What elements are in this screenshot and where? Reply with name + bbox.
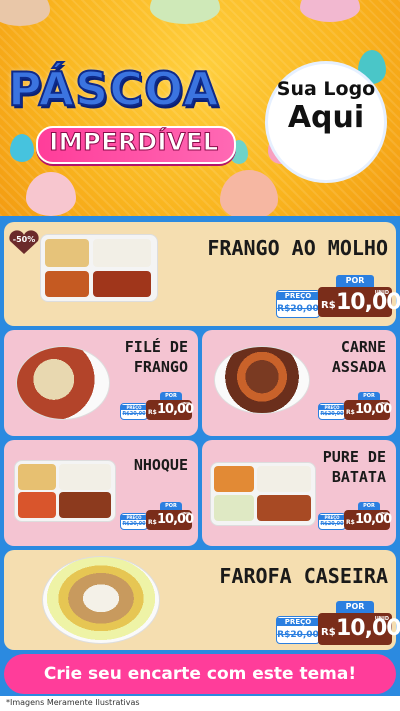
unit-label: UNID xyxy=(181,401,190,405)
easter-egg-decoration xyxy=(26,172,76,216)
logo-text-line2: Aqui xyxy=(287,100,365,135)
footnote: *Imagens Meramente Ilustrativas xyxy=(6,698,140,707)
item-name-line2: BATATA xyxy=(331,468,386,486)
old-price: R$20,00 xyxy=(320,521,344,527)
price-tag: R$ 10,00 UNID xyxy=(318,613,400,645)
cta-label: Crie seu encarte com este tema! xyxy=(43,664,357,684)
old-price: R$20,00 xyxy=(277,304,319,314)
currency: R$ xyxy=(148,519,157,526)
page-subtitle: IMPERDÍVEL xyxy=(49,128,219,157)
price-tag: R$ 10,00 UNID xyxy=(344,400,392,420)
old-price-tag: PREÇO R$20,00 xyxy=(318,403,346,420)
unit-label: UNID xyxy=(181,511,190,515)
preco-label: PREÇO xyxy=(277,292,319,300)
unit-label: UNID xyxy=(374,616,389,622)
easter-egg-decoration xyxy=(150,0,220,24)
easter-egg-decoration xyxy=(300,0,360,22)
easter-egg-decoration xyxy=(0,0,50,26)
old-price-tag: PREÇO R$20,00 xyxy=(276,616,320,644)
preco-label: PREÇO xyxy=(121,515,147,520)
item-name-line2: FRANGO xyxy=(133,358,188,376)
item-name: FRANGO AO MOLHO xyxy=(207,236,388,260)
old-price: R$20,00 xyxy=(122,521,146,527)
price-tag: R$ 10,00 UNID xyxy=(344,510,392,530)
old-price-tag: PREÇO R$20,00 xyxy=(318,513,346,530)
page-title: PÁSCOA xyxy=(7,61,220,117)
por-label: POR xyxy=(358,392,380,400)
por-label: POR xyxy=(160,392,182,400)
price-tag: R$ 10,00 UNID xyxy=(146,510,194,530)
currency: R$ xyxy=(346,519,355,526)
preco-label: PREÇO xyxy=(319,515,345,520)
old-price-tag: PREÇO R$20,00 xyxy=(120,513,148,530)
item-name-line1: PURE DE xyxy=(322,448,386,466)
item-name: NHOQUE xyxy=(133,456,188,474)
food-image xyxy=(42,556,160,644)
food-image xyxy=(214,346,310,414)
preco-label: PREÇO xyxy=(277,618,319,626)
currency: R$ xyxy=(148,409,157,416)
easter-egg-decoration xyxy=(220,170,278,216)
item-name-line1: FILÉ DE xyxy=(124,338,188,356)
unit-label: UNID xyxy=(379,511,388,515)
logo-text-line1: Sua Logo xyxy=(276,78,376,100)
por-label: POR xyxy=(336,275,374,287)
currency: R$ xyxy=(321,300,336,311)
price-value: 10,00 xyxy=(336,616,400,641)
old-price: R$20,00 xyxy=(277,630,319,640)
preco-label: PREÇO xyxy=(121,405,147,410)
old-price: R$20,00 xyxy=(122,411,146,417)
currency: R$ xyxy=(321,627,336,638)
unit-label: UNID xyxy=(379,401,388,405)
item-name: FAROFA CASEIRA xyxy=(219,564,388,588)
old-price-tag: PREÇO R$20,00 xyxy=(276,290,320,318)
old-price: R$20,00 xyxy=(320,411,344,417)
currency: R$ xyxy=(346,409,355,416)
food-image xyxy=(40,234,158,302)
easter-egg-decoration xyxy=(10,134,34,162)
por-label: POR xyxy=(160,502,182,510)
item-name-line1: CARNE xyxy=(340,338,386,356)
old-price-tag: PREÇO R$20,00 xyxy=(120,403,148,420)
por-label: POR xyxy=(358,502,380,510)
price-value: 10,00 xyxy=(336,290,400,315)
preco-label: PREÇO xyxy=(319,405,345,410)
price-tag: R$ 10,00 UNID xyxy=(318,287,400,317)
item-name-line2: ASSADA xyxy=(331,358,386,376)
food-image xyxy=(16,346,110,420)
por-label: POR xyxy=(336,601,374,613)
unit-label: UNID xyxy=(374,290,389,296)
discount-badge: -50% xyxy=(12,235,36,244)
price-tag: R$ 10,00 UNID xyxy=(146,400,194,420)
